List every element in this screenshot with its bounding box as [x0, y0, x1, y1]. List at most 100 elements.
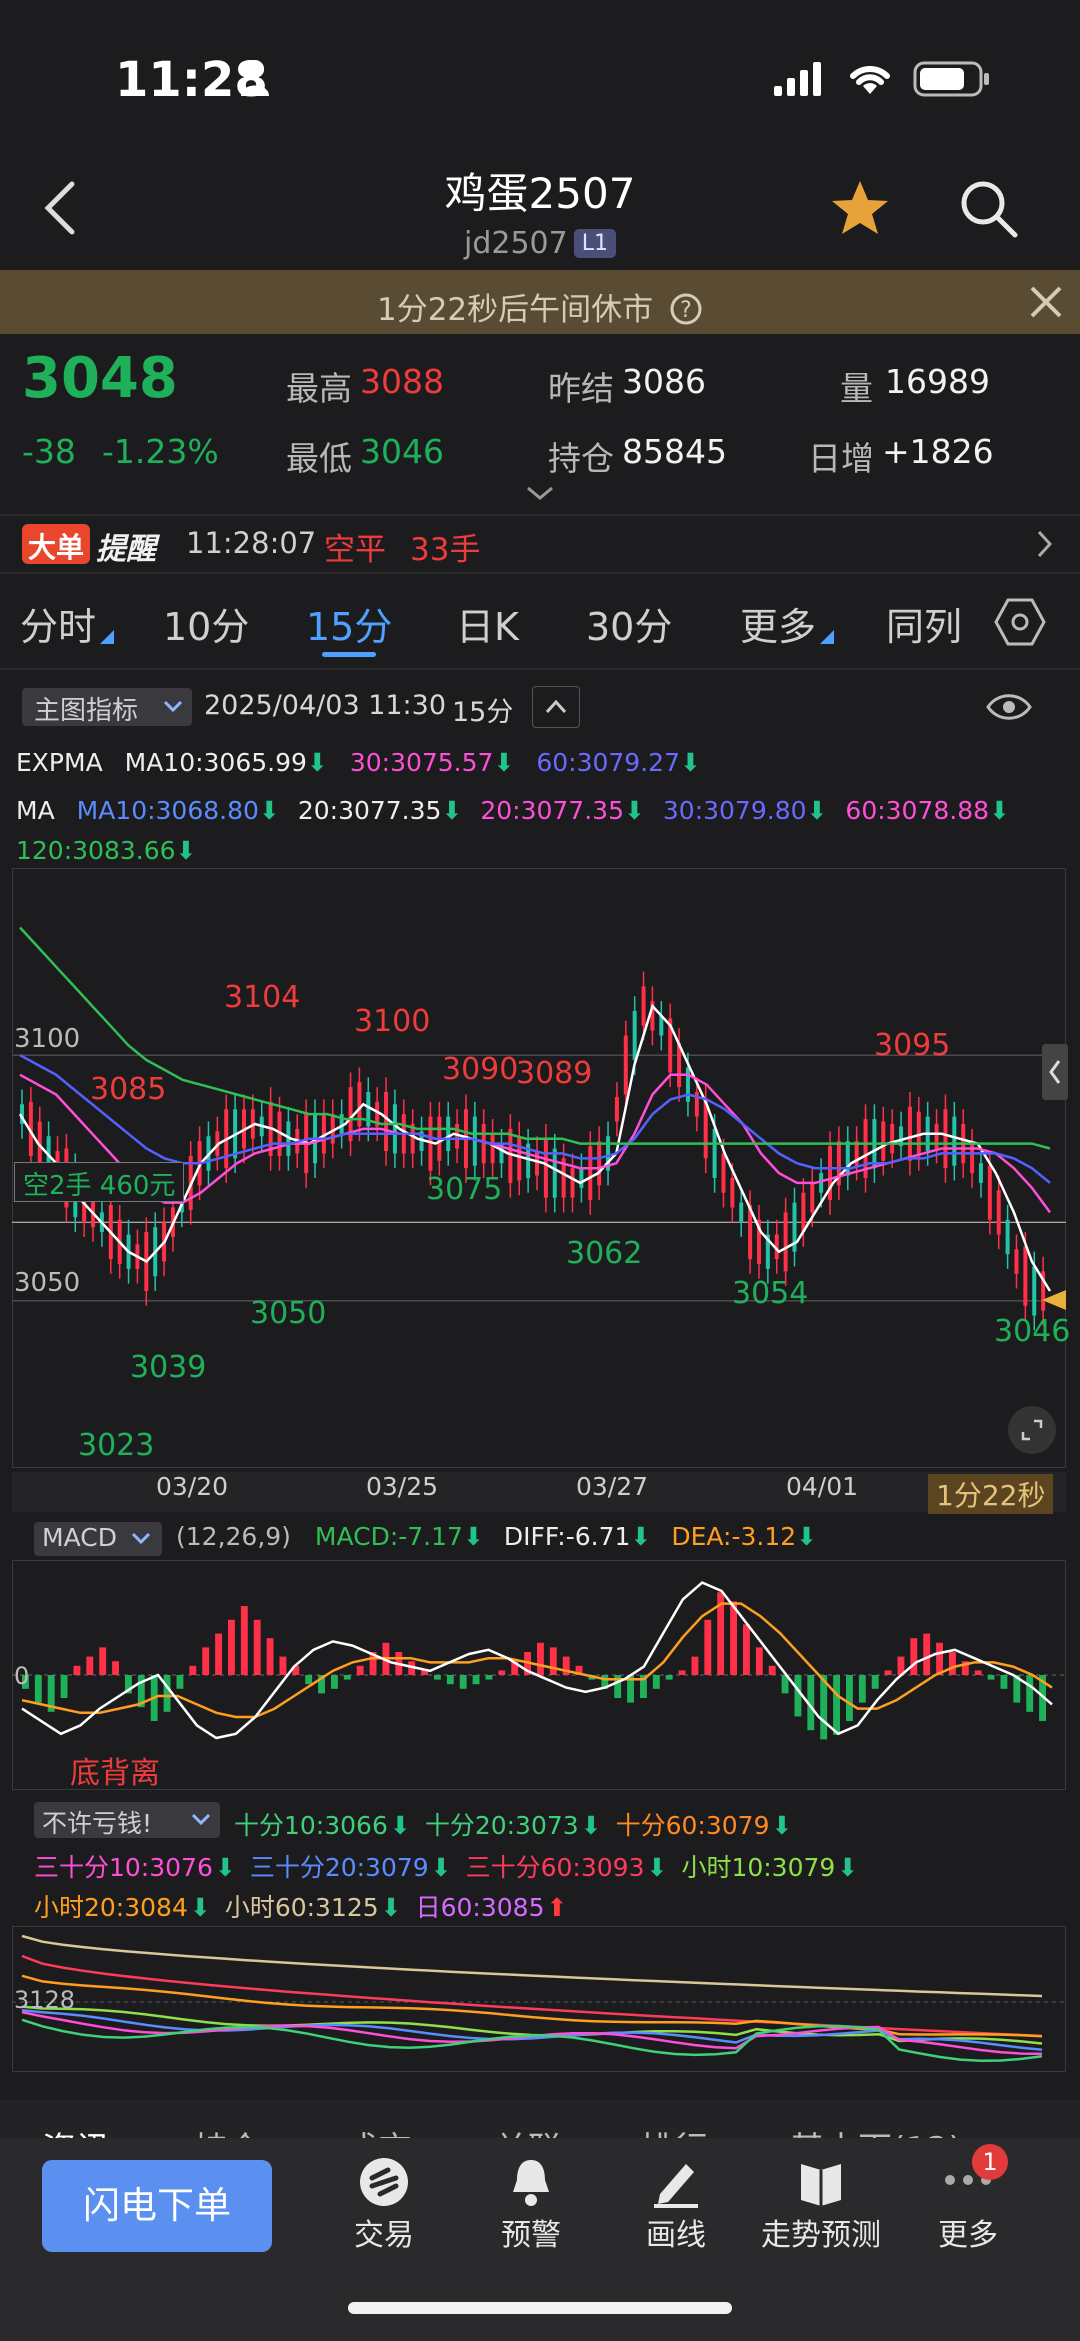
candle-body [739, 1202, 744, 1223]
tab-daily-k[interactable]: 日K [456, 596, 519, 651]
candle-body [881, 1121, 886, 1161]
help-icon[interactable]: ? [669, 292, 703, 326]
expma-ma10: MA10:3065.99 [124, 748, 307, 777]
down-arrow-icon: ⬇ [306, 748, 328, 777]
ma-name: MA [16, 796, 55, 825]
candle-body [614, 1096, 619, 1122]
down-arrow-icon: ⬇ [462, 1522, 484, 1551]
candle-body [490, 1133, 495, 1164]
side-panel-toggle[interactable] [1042, 1044, 1068, 1100]
macd-dropdown-icon [131, 1532, 151, 1545]
eye-icon[interactable] [986, 690, 1032, 724]
tab-more[interactable]: 更多 [740, 596, 816, 651]
tab-more-dropdown-icon [820, 630, 834, 644]
bottom-more[interactable]: 更多 [893, 2210, 1043, 2254]
macd-bar-positive [266, 1638, 274, 1675]
close-banner-icon[interactable] [1028, 284, 1064, 320]
macd-bar-positive [704, 1619, 712, 1675]
macd-bar-positive [949, 1652, 956, 1675]
macd-bar-positive [240, 1606, 248, 1675]
candle-body [392, 1104, 397, 1154]
macd-bar-negative [833, 1675, 840, 1735]
down-arrow-icon: ⬇ [989, 796, 1010, 825]
custom-indicator-item: 小时20:3084 [34, 1893, 188, 1922]
candle-body [570, 1168, 575, 1198]
tab-30min[interactable]: 30分 [586, 596, 672, 651]
notification-badge: 1 [972, 2144, 1008, 2180]
settings-hexagon-icon[interactable] [994, 596, 1046, 648]
candle-body [588, 1146, 593, 1201]
high-value: 3088 [360, 362, 444, 401]
y-label-3100: 3100 [14, 1024, 81, 1054]
ci-line [21, 1954, 1043, 2038]
custom-indicator-item: 十分60:3079 [615, 1811, 770, 1840]
macd-bar-positive [537, 1642, 544, 1675]
macd-bar-negative [60, 1675, 68, 1698]
ma-ma120: 120:3083.66 [16, 836, 176, 865]
candle-body [623, 1035, 628, 1095]
candle-body [685, 1067, 690, 1102]
macd-bar-positive [253, 1619, 261, 1675]
bottom-trend-forecast[interactable]: 走势预测 [746, 2210, 896, 2254]
candle-body [579, 1168, 584, 1188]
candle-body [543, 1138, 548, 1198]
active-tab-indicator [322, 652, 376, 657]
macd-select[interactable]: MACD [34, 1522, 162, 1556]
candle-body [721, 1153, 726, 1193]
tab-same-row[interactable]: 同列 [886, 596, 962, 651]
candle-body [597, 1141, 602, 1186]
macd-bar-positive [86, 1656, 94, 1675]
expma-ma30: 30:3075.57 [349, 748, 494, 777]
collapse-chart-button[interactable] [532, 686, 580, 728]
alert-time: 11:28:07 [186, 526, 317, 560]
macd-bar-negative [846, 1675, 853, 1721]
macd-bar-negative [331, 1675, 338, 1689]
down-arrow-icon: ⬇ [214, 1853, 236, 1882]
alert-chevron-right-icon[interactable] [1034, 528, 1056, 560]
favorite-star-icon[interactable] [829, 178, 891, 238]
macd-bar-positive [112, 1661, 119, 1675]
open-interest-label: 持仓 [548, 439, 614, 478]
tab-10min[interactable]: 10分 [163, 596, 249, 651]
fullscreen-button[interactable] [1008, 1406, 1056, 1454]
macd-bar-positive [549, 1647, 557, 1675]
candle-body [1014, 1249, 1019, 1274]
quick-order-button[interactable]: 闪电下单 [42, 2160, 272, 2252]
bottom-alert[interactable]: 预警 [456, 2210, 606, 2254]
down-arrow-icon: ⬇ [380, 1893, 402, 1922]
indicator-select[interactable]: 主图指标 [22, 688, 192, 726]
annotation-high-3104: 3104 [224, 980, 301, 1015]
macd-bar-positive [691, 1656, 699, 1675]
custom-indicator-row-3: 小时20:3084⬇ 小时60:3125⬇ 日60:3085⬆ [34, 1888, 581, 1924]
macd-bar-negative [305, 1675, 313, 1685]
contract-code: jd2507 L1 [0, 226, 1080, 261]
tab-intraday[interactable]: 分时 [20, 596, 96, 651]
annotation-high-3095: 3095 [874, 1028, 951, 1063]
bottom-draw[interactable]: 画线 [601, 2210, 751, 2254]
custom-indicator-select[interactable]: 不许亏钱! [34, 1802, 220, 1838]
person-icon [241, 60, 269, 96]
annotation-low-3023: 3023 [78, 1428, 155, 1463]
custom-indicator-y-label: 3128 [14, 1986, 76, 2014]
open-interest-value: 85845 [622, 432, 727, 471]
page-title: 鸡蛋2507 [444, 169, 636, 218]
candle-body [952, 1116, 957, 1166]
tab-15min[interactable]: 15分 [306, 596, 392, 651]
macd-bar-negative [446, 1675, 454, 1685]
custom-indicator-item: 小时10:3079 [681, 1853, 836, 1882]
expand-quote-icon[interactable] [524, 482, 556, 504]
annotation-low-3062: 3062 [566, 1236, 643, 1271]
search-icon[interactable] [958, 178, 1020, 240]
macd-bar-negative [987, 1675, 995, 1680]
macd-bar-positive [678, 1670, 686, 1675]
macd-bar-negative [1026, 1675, 1034, 1712]
down-arrow-icon: ⬇ [837, 1853, 859, 1882]
macd-value: MACD:-7.17 [314, 1522, 463, 1551]
position-tag[interactable]: 空2手 460元 [14, 1162, 185, 1202]
ma-ma20a: 20:3077.35 [297, 796, 442, 825]
macd-chart[interactable] [12, 1560, 1066, 1790]
cellular-signal-icon [774, 62, 821, 96]
macd-bar-positive [910, 1638, 918, 1675]
custom-indicator-chart[interactable] [12, 1926, 1066, 2072]
bottom-trade[interactable]: 交易 [309, 2210, 459, 2254]
